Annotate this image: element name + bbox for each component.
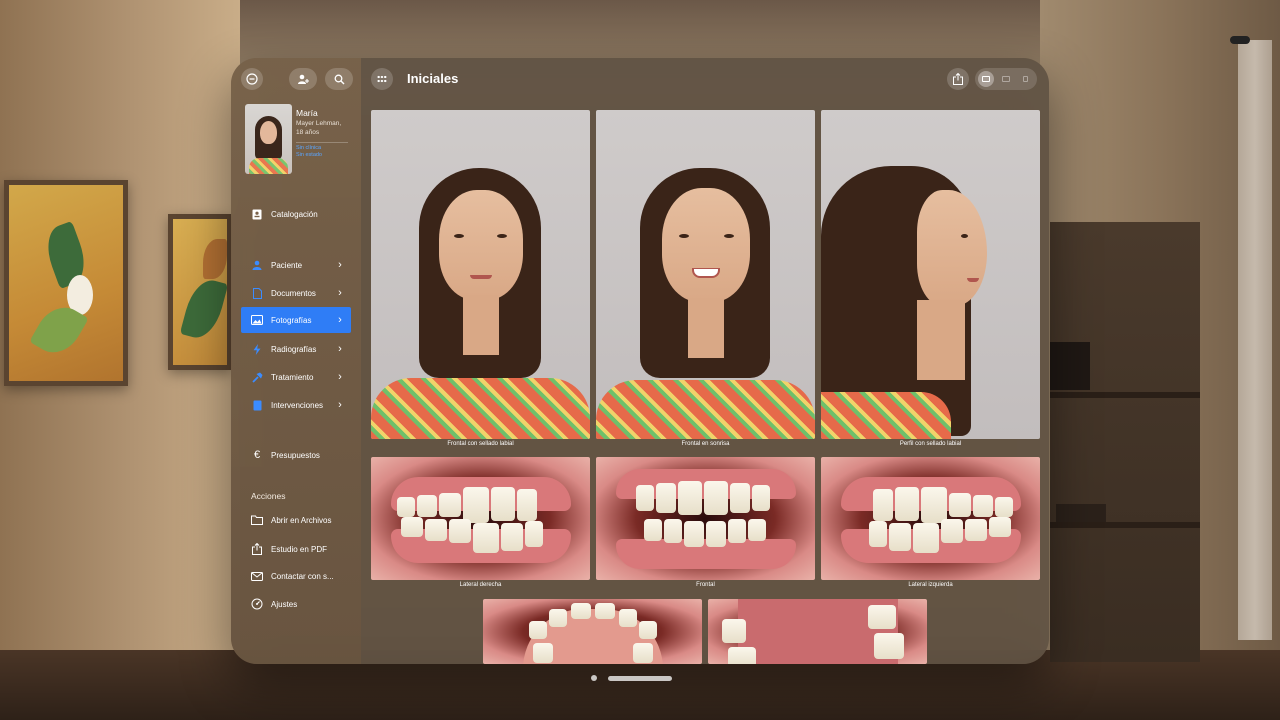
hammer-icon [251, 371, 263, 383]
chevron-right-icon: › [338, 343, 342, 355]
sidebar: María Mayer Lehman, 18 años Sin clínica … [231, 58, 361, 664]
sidebar-item-presupuestos[interactable]: € Presupuestos [241, 442, 351, 468]
print-view-icon[interactable] [998, 71, 1014, 87]
euro-icon: € [253, 448, 261, 461]
sidebar-item-paciente[interactable]: Paciente › [241, 252, 351, 278]
chevron-right-icon: › [338, 287, 342, 299]
gauge-icon [251, 598, 263, 610]
folder-icon [251, 514, 263, 526]
action-ajustes[interactable]: Ajustes [241, 591, 351, 617]
photo-caption: Perfil con sellado labial [899, 441, 962, 447]
photo-lateral-derecha[interactable] [371, 457, 590, 580]
sidebar-item-intervenciones[interactable]: Intervenciones › [241, 392, 351, 418]
photo-frontal-intraoral[interactable] [596, 457, 815, 580]
photo-oclusal-inferior[interactable] [708, 599, 927, 664]
sidebar-item-label: Documentos [271, 288, 316, 298]
photo-caption: Frontal [696, 582, 715, 588]
window-grab-bar[interactable] [608, 676, 672, 681]
patient-avatar[interactable] [245, 104, 292, 174]
action-abrir-en-archivos[interactable]: Abrir en Archivos [241, 507, 351, 533]
sidebar-item-fotografias[interactable]: Fotografías › [241, 307, 351, 333]
curtain-rod [1230, 36, 1250, 44]
chevron-right-icon: › [338, 371, 342, 383]
person-add-icon[interactable] [289, 68, 317, 90]
photo-caption: Frontal en sonrisa [681, 441, 730, 447]
patient-divider [296, 142, 348, 143]
app-window: María Mayer Lehman, 18 años Sin clínica … [231, 58, 1049, 664]
search-icon[interactable] [325, 68, 353, 90]
photo-perfil-sellado[interactable] [821, 110, 1040, 439]
sidebar-item-radiografias[interactable]: Radiografías › [241, 336, 351, 362]
catalog-icon [251, 208, 263, 220]
sidebar-item-label: Paciente [271, 260, 303, 270]
patient-last-name: Mayer Lehman, [296, 120, 342, 127]
action-estudio-en-pdf[interactable]: Estudio en PDF [241, 536, 351, 562]
chevron-right-icon: › [338, 314, 342, 326]
photo-caption: Lateral izquierda [908, 582, 953, 588]
grid-menu-icon[interactable] [371, 68, 393, 90]
sidebar-item-label: Radiografías [271, 344, 317, 354]
chevron-right-icon: › [338, 399, 342, 411]
chevron-right-icon: › [338, 259, 342, 271]
photo-lateral-izquierda[interactable] [821, 457, 1040, 580]
share-icon [251, 543, 263, 555]
photo-frontal-sellado[interactable] [371, 110, 590, 439]
document-icon [251, 287, 263, 299]
action-contactar[interactable]: Contactar con s... [241, 563, 351, 589]
sidebar-item-label: Presupuestos [271, 450, 320, 460]
window-close-dot[interactable] [591, 675, 597, 681]
view-mode-toggle [975, 68, 1037, 90]
columns-view-icon[interactable] [1018, 71, 1034, 87]
sidebar-item-label: Tratamiento [271, 372, 314, 382]
wall-painting-right [168, 214, 232, 370]
sidebar-item-label: Catalogación [271, 209, 318, 219]
action-label: Abrir en Archivos [271, 515, 332, 525]
page-title: Iniciales [407, 71, 459, 86]
curtain [1238, 40, 1272, 640]
main-content: Iniciales Frontal con sellado labial Fro… [361, 58, 1049, 664]
patient-info: María Mayer Lehman, 18 años Sin clínica … [296, 108, 356, 159]
book-icon [251, 399, 263, 411]
share-button[interactable] [947, 68, 969, 90]
photo-view-icon[interactable] [978, 71, 994, 87]
photo-caption: Lateral derecha [459, 582, 502, 588]
envelope-icon [251, 570, 263, 582]
patient-status[interactable]: Sin estado [296, 152, 356, 159]
sidebar-item-label: Fotografías [271, 315, 312, 325]
action-label: Ajustes [271, 599, 298, 609]
photo-oclusal-superior[interactable] [483, 599, 702, 664]
bolt-icon [251, 343, 263, 355]
person-icon [251, 259, 263, 271]
sidebar-item-tratamiento[interactable]: Tratamiento › [241, 364, 351, 390]
action-label: Contactar con s... [271, 571, 334, 581]
sidebar-item-catalogacion[interactable]: Catalogación [241, 201, 351, 227]
minus-circle-icon[interactable] [241, 68, 263, 90]
actions-section-title: Acciones [251, 491, 286, 501]
photo-frontal-sonrisa[interactable] [596, 110, 815, 439]
patient-clinic[interactable]: Sin clínica [296, 145, 356, 152]
wall-painting-left [4, 180, 128, 386]
sidebar-item-documentos[interactable]: Documentos › [241, 280, 351, 306]
action-label: Estudio en PDF [271, 544, 328, 554]
photos-icon [251, 314, 263, 326]
photo-caption: Frontal con sellado labial [447, 441, 514, 447]
sidebar-item-label: Intervenciones [271, 400, 324, 410]
patient-first-name: María [296, 108, 318, 118]
patient-age: 18 años [296, 128, 320, 136]
bookshelf [1050, 222, 1200, 662]
